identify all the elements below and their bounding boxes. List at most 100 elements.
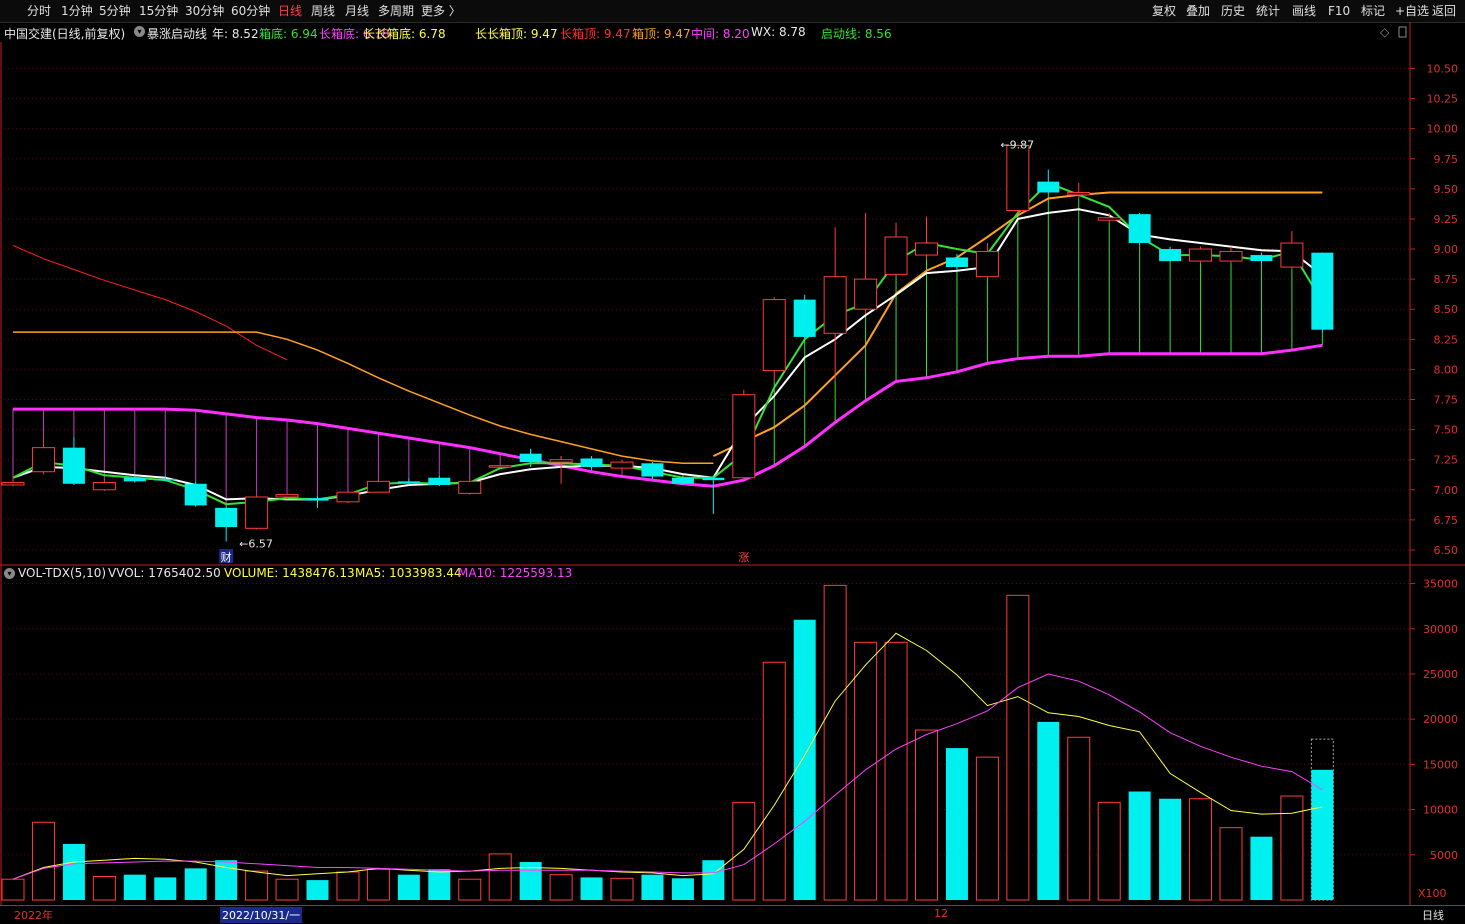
- candle-body: [336, 491, 360, 503]
- candle: [549, 456, 573, 484]
- panel-toggle-icon[interactable]: [1398, 26, 1407, 38]
- candle-body: [397, 481, 420, 483]
- candle-body: [762, 299, 786, 372]
- volume-bar: [336, 871, 360, 901]
- volume-bar: [306, 880, 329, 900]
- volume-bar: [580, 877, 603, 900]
- series-ma10: [12, 673, 1323, 880]
- chart-marker: 涨: [738, 551, 749, 564]
- candle-body: [1219, 250, 1243, 262]
- volume-bar: [732, 801, 756, 901]
- price-tick-label: 8.50: [1434, 303, 1459, 316]
- candle-body: [1311, 252, 1334, 330]
- candle-body: [793, 299, 816, 337]
- volume-bar: [1037, 721, 1060, 900]
- price-tick-label: 7.50: [1434, 424, 1459, 437]
- volume-bar: [641, 874, 664, 900]
- series-box-mid: [13, 343, 1323, 488]
- volume-bar: [671, 878, 694, 900]
- candle: [732, 389, 756, 481]
- candle-body: [154, 478, 177, 481]
- candle: [854, 212, 878, 315]
- volume-bar: [610, 877, 634, 901]
- candle-body: [1097, 217, 1121, 221]
- candle: [458, 480, 482, 495]
- candle-body: [732, 394, 756, 479]
- price-tick-label: 8.75: [1434, 273, 1459, 286]
- chart-marker: 财: [221, 550, 232, 564]
- candle: [945, 253, 968, 270]
- candle: [245, 495, 269, 530]
- candle: [1128, 212, 1151, 246]
- diamond-icon[interactable]: ◇: [1380, 25, 1390, 39]
- candle: [793, 294, 816, 339]
- volume-bar: [1189, 798, 1213, 901]
- candle-body: [1159, 249, 1182, 262]
- candle-body: [915, 242, 938, 256]
- volume-bar: [1097, 801, 1121, 901]
- volume-bar: [1159, 798, 1182, 900]
- candle: [336, 490, 360, 504]
- candle-body: [1250, 255, 1273, 262]
- candle-body: [1067, 191, 1091, 196]
- candle-body: [31, 447, 55, 473]
- volume-bar: [123, 874, 146, 900]
- candle: [488, 462, 512, 469]
- candle: [31, 436, 55, 475]
- price-tick-label: 6.75: [1434, 514, 1459, 527]
- candle: [915, 216, 938, 259]
- candle-body: [366, 480, 390, 493]
- volume-bar: [1219, 827, 1243, 901]
- candle-body: [62, 447, 85, 484]
- volume-bar: [854, 641, 878, 901]
- volume-bar: [915, 729, 938, 901]
- year-label: 2022年: [14, 909, 53, 922]
- candle: [702, 475, 725, 514]
- candle-body: [519, 453, 542, 463]
- volume-tick-label: 30000: [1423, 623, 1458, 636]
- volume-bar: [823, 584, 847, 901]
- candle-body: [488, 465, 512, 468]
- candle: [1037, 169, 1060, 194]
- volume-bar: [1006, 594, 1030, 901]
- kline-chart[interactable]: 6.50 6.75 7.00 7.25 7.50 7.75 8.00 8.25 8.50 8.75…: [0, 0, 1465, 923]
- candle-body: [306, 498, 329, 501]
- candle: [1, 476, 25, 487]
- candle: [1189, 246, 1213, 264]
- price-tick-label: 7.75: [1434, 394, 1459, 407]
- volume-bar: [1, 878, 25, 901]
- candle-body: [549, 459, 573, 463]
- candle: [428, 475, 451, 487]
- candle-body: [1037, 181, 1060, 193]
- candle-body: [1, 482, 25, 486]
- volume-bar: [366, 868, 390, 901]
- candle-body: [641, 463, 664, 477]
- candle-body: [92, 482, 116, 491]
- period-label[interactable]: 日线: [1422, 907, 1444, 923]
- price-tick-label: 9.50: [1434, 183, 1459, 196]
- candle: [366, 477, 390, 493]
- price-tick-label: 9.00: [1434, 243, 1459, 256]
- series-ma5: [12, 632, 1323, 880]
- cursor-date-label: 2022/10/31/一: [220, 907, 303, 923]
- price-tick-label: 9.25: [1434, 213, 1459, 226]
- volume-bar: [275, 878, 299, 901]
- volume-bar: [31, 821, 55, 901]
- candle: [1006, 144, 1030, 213]
- volume-bar: [549, 874, 573, 901]
- volume-bar: [245, 870, 269, 901]
- volume-unit-label: X100: [1418, 887, 1447, 900]
- volume-bar: [793, 619, 816, 900]
- candle: [762, 297, 786, 382]
- candle-body: [428, 477, 451, 485]
- candle-body: [854, 278, 878, 310]
- volume-bar: [702, 860, 725, 900]
- volume-bar: [397, 874, 420, 900]
- price-tick-label: 8.00: [1434, 363, 1459, 376]
- candle: [580, 456, 603, 470]
- candle: [884, 222, 908, 276]
- candle-body: [1189, 248, 1213, 262]
- candle: [1311, 252, 1334, 334]
- candle-body: [580, 458, 603, 467]
- candle: [823, 227, 847, 381]
